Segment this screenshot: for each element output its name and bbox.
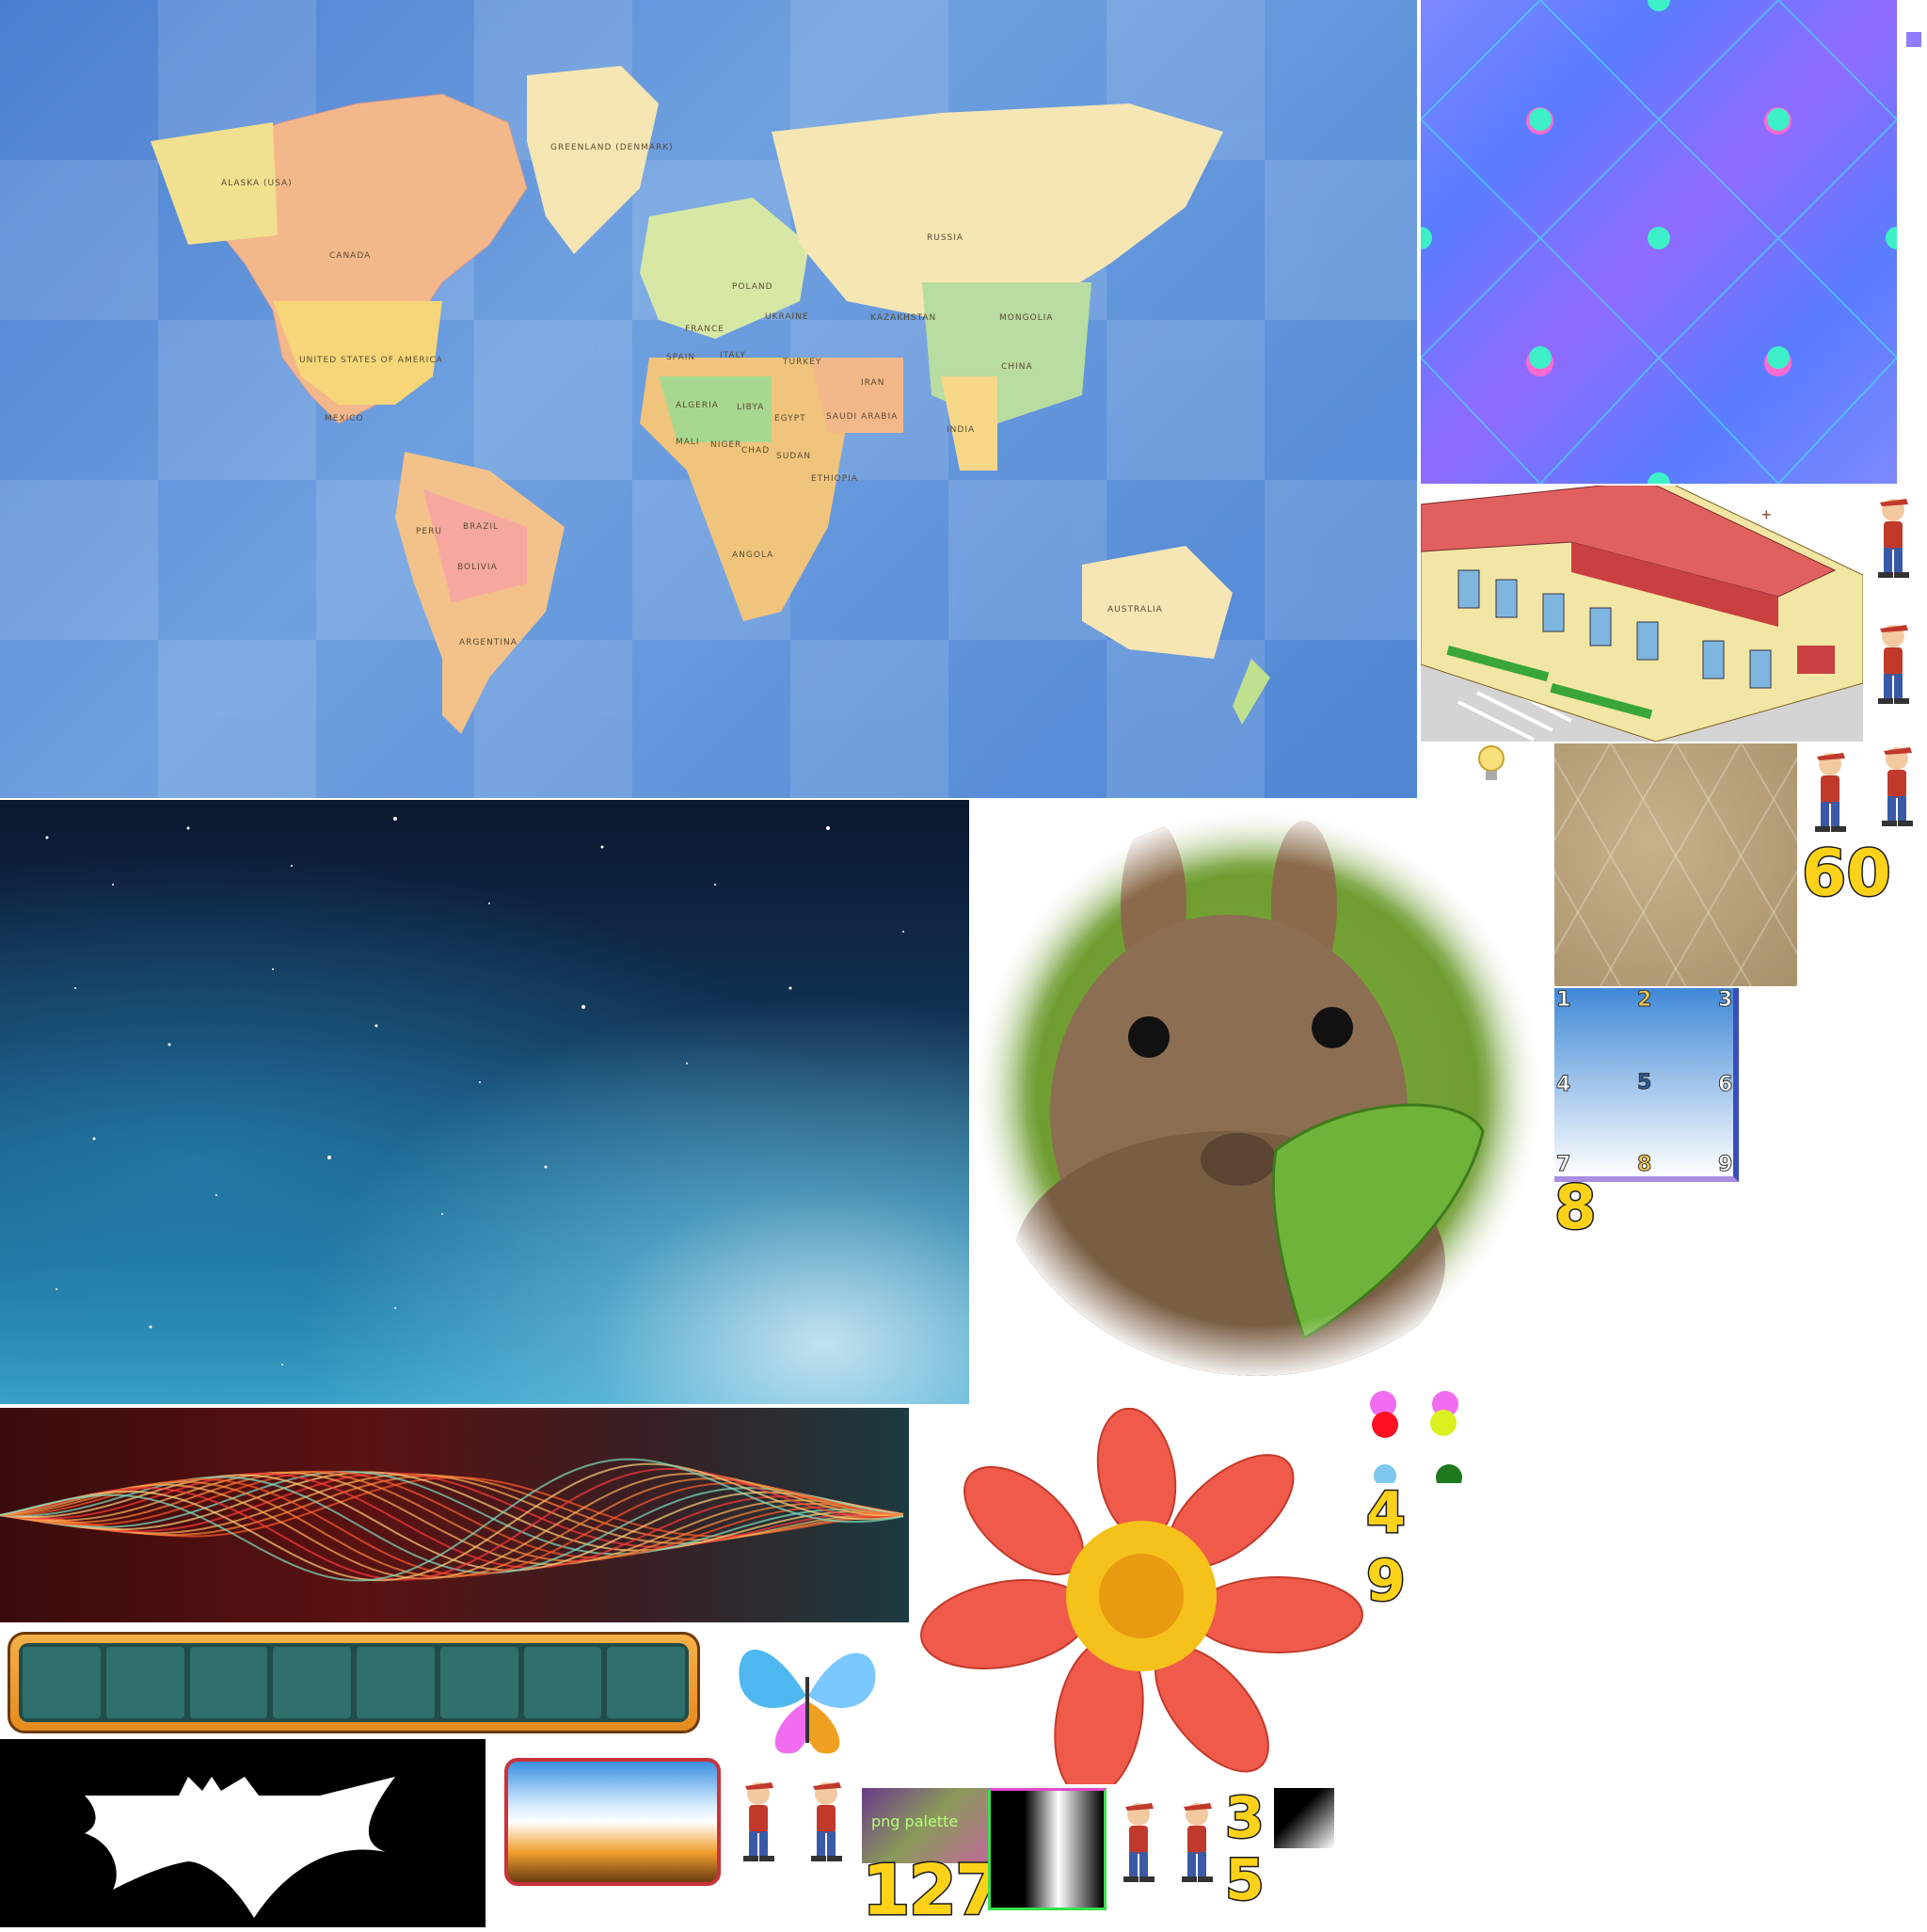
map-label-ukraine: UKRAINE [765, 312, 809, 322]
light-streaks-banner [0, 1408, 909, 1622]
map-label-poland: POLAND [732, 282, 773, 292]
character-sprite-6 [811, 1782, 842, 1861]
stone-tile-texture [1554, 743, 1797, 986]
map-label-greenland: GREENLAND (DENMARK) [550, 143, 674, 152]
progress-cell [273, 1647, 351, 1718]
map-label-argentina: ARGENTINA [459, 638, 518, 647]
progress-cell [189, 1647, 268, 1718]
map-label-canada: CANADA [329, 251, 372, 261]
map-label-australia: AUSTRALIA [1107, 605, 1163, 615]
map-label-niger: NIGER [710, 440, 742, 450]
grid-number-2: 2 [1636, 988, 1652, 1013]
map-label-algeria: ALGERIA [676, 401, 719, 410]
glass-button-sprite [504, 1758, 721, 1886]
counter-60: 60 [1801, 837, 1893, 911]
map-label-angola: ANGOLA [732, 551, 774, 560]
counter-127: 127 [860, 1850, 1004, 1931]
map-label-ethiopia: ETHIOPIA [811, 474, 858, 484]
map-label-alaska: ALASKA (USA) [221, 179, 293, 188]
isometric-store-sprite [1420, 475, 1864, 742]
progress-cell [607, 1647, 685, 1718]
progress-bar-frame [8, 1632, 700, 1733]
map-label-italy: ITALY [720, 351, 746, 360]
butterfly-icon [730, 1621, 884, 1771]
grid-number-5: 5 [1636, 1071, 1652, 1095]
rabbit-vignette-photo [975, 811, 1539, 1376]
progress-cell [357, 1647, 435, 1718]
map-label-iran: IRAN [861, 378, 885, 388]
character-sprite-1 [1878, 499, 1909, 578]
map-label-egypt: EGYPT [774, 414, 806, 423]
grid-number-3: 3 [1717, 988, 1733, 1013]
counter-9: 9 [1365, 1548, 1408, 1614]
map-label-spain: SPAIN [666, 353, 696, 362]
counter-5: 5 [1224, 1847, 1266, 1913]
map-label-mexico: MEXICO [325, 414, 364, 423]
crosshair-icon: + [1761, 505, 1772, 524]
map-label-bolivia: BOLIVIA [457, 563, 498, 572]
counter-8: 8 [1553, 1174, 1599, 1243]
map-label-china: CHINA [1001, 362, 1033, 372]
progress-cell [23, 1647, 101, 1718]
map-label-kazakhstan: KAZAKHSTAN [870, 313, 937, 323]
bat-logo-icon [0, 1739, 486, 1927]
map-label-usa: UNITED STATES OF AMERICA [299, 356, 443, 365]
space-nebula-image [0, 800, 969, 1404]
normal-map-tile [1421, 0, 1897, 484]
grid-number-9: 9 [1717, 1153, 1733, 1177]
map-label-chad: CHAD [741, 446, 771, 455]
map-label-libya: LIBYA [737, 403, 765, 412]
map-label-mongolia: MONGOLIA [999, 313, 1054, 323]
counter-4: 4 [1365, 1480, 1408, 1546]
light-streak [0, 1470, 904, 1556]
red-flower-image [911, 1407, 1366, 1799]
progress-cell [105, 1647, 184, 1718]
grid-number-8: 8 [1636, 1153, 1652, 1177]
map-label-peru: PERU [416, 527, 442, 536]
map-label-turkey: TURKEY [783, 358, 822, 367]
character-sprite-4 [1882, 747, 1913, 826]
map-label-sudan: SUDAN [776, 452, 811, 461]
lightbulb-icon [1477, 743, 1505, 787]
map-label-mali: MALI [676, 438, 700, 447]
color-dots-sprite [1366, 1383, 1466, 1491]
character-sprite-8 [1182, 1803, 1213, 1882]
grid-number-1: 1 [1555, 988, 1571, 1013]
light-streak [0, 1471, 904, 1552]
progress-cell [439, 1647, 518, 1718]
map-label-india: INDIA [947, 425, 976, 435]
map-label-saudi: SAUDI ARABIA [826, 412, 899, 422]
character-sprite-5 [743, 1782, 774, 1861]
world-map-graphic [0, 0, 1417, 798]
map-label-brazil: BRAZIL [463, 522, 500, 532]
character-sprite-2 [1878, 625, 1909, 704]
world-map-tile: ALASKA (USA) CANADA UNITED STATES OF AME… [0, 0, 1417, 798]
grid-number-4: 4 [1555, 1073, 1571, 1097]
character-sprite-7 [1123, 1803, 1155, 1882]
dark-fade-swatch [1274, 1788, 1334, 1848]
palette-label: png palette [871, 1812, 959, 1830]
small-swatch [1906, 32, 1921, 47]
gradient-swatch [988, 1788, 1107, 1910]
grid-number-6: 6 [1717, 1073, 1733, 1097]
map-label-france: FRANCE [685, 325, 725, 334]
map-label-russia: RUSSIA [927, 233, 964, 243]
counter-3: 3 [1224, 1785, 1266, 1851]
progress-cell [523, 1647, 602, 1718]
character-sprite-3 [1815, 753, 1846, 832]
